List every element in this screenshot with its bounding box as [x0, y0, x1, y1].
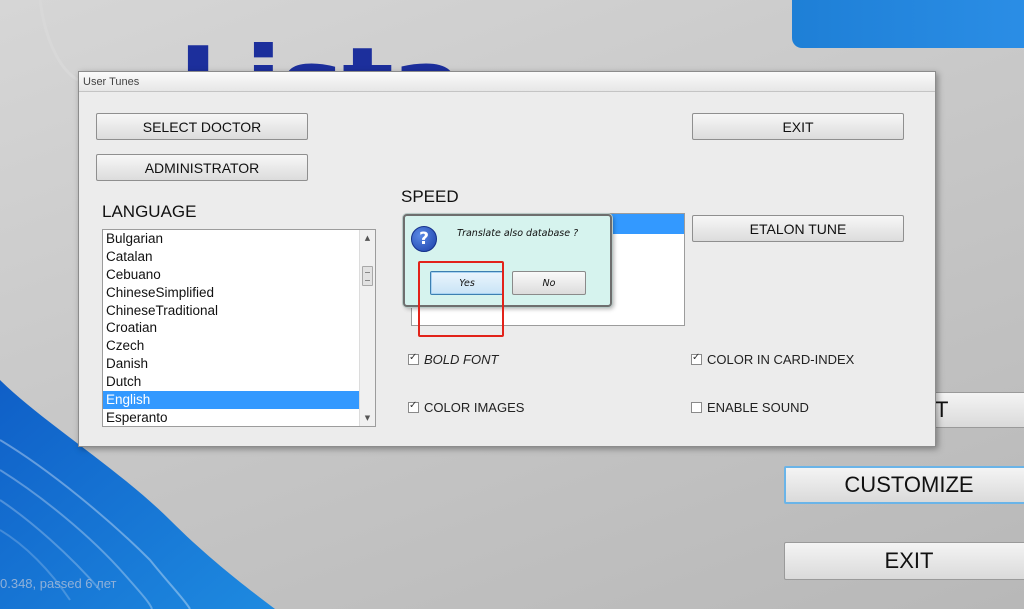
no-button[interactable]: No: [512, 271, 586, 295]
select-doctor-button-label: SELECT DOCTOR: [142, 118, 262, 135]
scroll-down-arrow-icon[interactable]: ▼: [360, 410, 375, 426]
color-card-index-checkbox-box[interactable]: [691, 352, 702, 365]
scroll-thumb[interactable]: [362, 266, 373, 286]
yes-button-label: Yes: [459, 277, 475, 289]
no-button-label: No: [542, 277, 556, 289]
speed-label: SPEED: [401, 187, 459, 206]
background-button-partial-label: T: [935, 397, 949, 422]
language-item[interactable]: Bulgarian: [103, 230, 359, 248]
color-card-index-checkbox[interactable]: COLOR IN CARD-INDEX: [691, 352, 854, 367]
version-text: 0.348, passed 6 лет: [0, 576, 117, 591]
etalon-tune-button-label: ETALON TUNE: [749, 220, 847, 237]
bold-font-checkbox[interactable]: BOLD FONT: [408, 352, 498, 367]
window-title: User Tunes: [79, 72, 935, 92]
color-images-label: COLOR IMAGES: [424, 400, 525, 415]
enable-sound-label: ENABLE SOUND: [707, 400, 809, 415]
main-exit-button[interactable]: EXIT: [784, 542, 1024, 580]
background-blue-banner: [792, 0, 1024, 48]
etalon-tune-button[interactable]: ETALON TUNE: [692, 215, 904, 242]
bold-font-label: BOLD FONT: [424, 352, 499, 367]
language-item[interactable]: Esperanto: [103, 409, 359, 426]
question-icon: ?: [411, 226, 437, 252]
language-item[interactable]: Czech: [103, 337, 359, 355]
language-item[interactable]: Cebuano: [103, 266, 359, 284]
window-exit-button-label: EXIT: [782, 118, 814, 135]
language-items: Bulgarian Catalan Cebuano ChineseSimplif…: [103, 230, 359, 426]
dialog-message: Translate also database ?: [457, 228, 579, 239]
color-images-checkbox-box[interactable]: [408, 400, 419, 413]
language-item[interactable]: Danish: [103, 355, 359, 373]
language-scrollbar[interactable]: ▲ ▼: [359, 230, 375, 426]
color-images-checkbox[interactable]: COLOR IMAGES: [408, 400, 524, 415]
language-item[interactable]: ChineseTraditional: [103, 302, 359, 320]
enable-sound-checkbox-box[interactable]: [691, 402, 702, 413]
yes-button[interactable]: Yes: [430, 271, 504, 295]
language-item[interactable]: ChineseSimplified: [103, 284, 359, 302]
administrator-button-label: ADMINISTRATOR: [144, 159, 260, 176]
customize-button[interactable]: CUSTOMIZE: [784, 466, 1024, 504]
language-item[interactable]: Dutch: [103, 373, 359, 391]
language-listbox[interactable]: Bulgarian Catalan Cebuano ChineseSimplif…: [102, 229, 376, 427]
administrator-button[interactable]: ADMINISTRATOR: [96, 154, 308, 181]
color-card-index-label: COLOR IN CARD-INDEX: [707, 352, 855, 367]
enable-sound-checkbox[interactable]: ENABLE SOUND: [691, 400, 809, 415]
translate-confirm-dialog: ? Translate also database ? Yes No: [403, 214, 612, 307]
language-item[interactable]: Catalan: [103, 248, 359, 266]
select-doctor-button[interactable]: SELECT DOCTOR: [96, 113, 308, 140]
language-label: LANGUAGE: [102, 202, 197, 221]
language-item[interactable]: English: [103, 391, 359, 409]
customize-button-label: CUSTOMIZE: [844, 472, 974, 497]
main-exit-button-label: EXIT: [884, 548, 934, 573]
scroll-up-arrow-icon[interactable]: ▲: [360, 230, 375, 246]
bold-font-checkbox-box[interactable]: [408, 352, 419, 365]
window-exit-button[interactable]: EXIT: [692, 113, 904, 140]
language-item[interactable]: Croatian: [103, 319, 359, 337]
background-button-partial[interactable]: T: [928, 392, 1024, 428]
